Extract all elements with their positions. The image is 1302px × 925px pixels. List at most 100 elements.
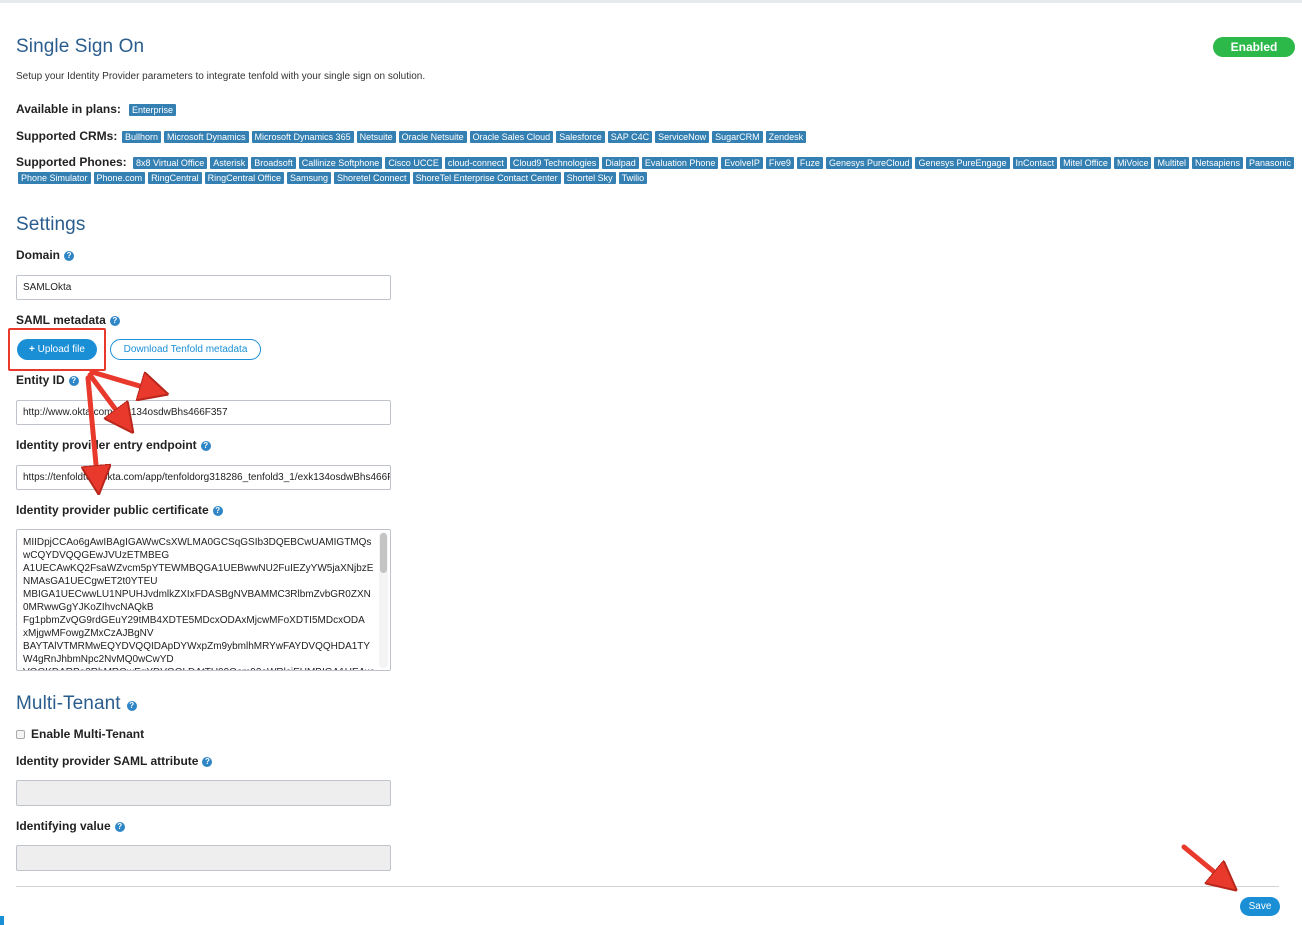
question-circle-icon[interactable]: ? [114,822,125,832]
endpoint-label-text: Identity provider entry endpoint [16,438,197,452]
certificate-line: MBIGA1UECwwLU1NPUHJvdmlkZXIxFDASBgNVBAMM… [23,589,371,600]
domain-label-text: Domain [16,248,61,262]
tag: Dialpad [602,157,639,169]
tag: Netsapiens [1191,157,1243,169]
download-metadata-button[interactable]: Download Tenfold metadata [110,339,261,360]
tag: Phone.com [93,172,146,184]
tag: Multitel [1154,157,1189,169]
tag: EvolveIP [721,157,763,169]
tag: Cloud9 Technologies [509,157,600,169]
identifying-value-label-text: Identifying value [16,819,111,833]
entity-id-input[interactable]: http://www.okta.com/exk134osdwBhs466F357 [16,400,391,425]
tag: Twilio [618,172,648,184]
tag: Mitel Office [1060,157,1111,169]
tag: Callinize Softphone [298,157,383,169]
arrow-to-entity-id [89,369,160,392]
footer-divider [16,886,1279,887]
tag: Samsung [286,172,332,184]
question-circle-icon[interactable]: ? [126,701,137,711]
tag: Shoretel Connect [334,172,410,184]
tag: Broadsoft [251,157,296,169]
upload-file-label: Upload file [37,344,85,355]
certificate-label: Identity provider public certificate? [16,503,223,517]
certificate-line: wCQYDVQQGEwJVUzETMBEG [23,550,170,561]
enable-multi-tenant-row: Enable Multi-Tenant [16,727,144,741]
textarea-scrollbar[interactable] [379,532,388,668]
endpoint-label: Identity provider entry endpoint? [16,438,211,452]
question-circle-icon[interactable]: ? [109,316,120,326]
tag: Five9 [765,157,794,169]
tag: cloud-connect [444,157,507,169]
tag: 8x8 Virtual Office [133,157,208,169]
plus-icon: + [29,344,38,355]
certificate-line: BAYTAlVTMRMwEQYDVQQIDApDYWxpZm9ybmlhMRYw… [23,641,371,652]
identifying-value-input[interactable] [16,845,391,871]
question-circle-icon[interactable]: ? [64,251,75,261]
entity-id-label-text: Entity ID [16,373,65,387]
tag: Phone Simulator [18,172,91,184]
tag: Genesys PureCloud [825,157,913,169]
settings-heading: Settings [16,214,86,235]
tag: Microsoft Dynamics 365 [251,131,354,143]
tag: Enterprise [129,104,177,116]
certificate-line: 0MRwwGgYJKoZIhvcNAQkB [23,602,154,613]
tag: RingCentral Office [204,172,284,184]
tag: SAP C4C [607,131,653,143]
certificate-textarea[interactable]: MIIDpjCCAo6gAwIBAgIGAWwCsXWLMA0GCSqGSIb3… [16,529,391,671]
certificate-line: MIIDpjCCAo6gAwIBAgIGAWwCsXWLMA0GCSqGSIb3… [23,537,372,548]
domain-input[interactable]: SAMLOkta [16,275,391,300]
page-title: Single Sign On [16,36,145,57]
saml-attribute-input[interactable] [16,780,391,806]
tag: Panasonic [1246,157,1295,169]
phones-tag-list-continued: Phone Simulator Phone.com RingCentral RingC… [18,172,650,184]
multi-tenant-title: Multi-Tenant [16,693,121,714]
identifying-value-label: Identifying value? [16,819,125,833]
top-border [0,0,1302,3]
enable-multi-tenant-label: Enable Multi-Tenant [31,727,145,741]
tag: Netsuite [356,131,396,143]
page-description: Setup your Identity Provider parameters … [16,71,426,82]
saml-attribute-label: Identity provider SAML attribute? [16,754,213,768]
plans-tag-list: Enterprise [129,104,179,116]
tag: Shortel Sky [563,172,616,184]
tag: Oracle Netsuite [398,131,467,143]
phones-label: Supported Phones: [16,155,127,169]
tag: Oracle Sales Cloud [469,131,554,143]
save-button[interactable]: Save [1240,897,1280,916]
question-circle-icon[interactable]: ? [68,376,79,386]
phones-tag-list: 8x8 Virtual Office Asterisk Broadsoft Calli… [133,157,1297,169]
question-circle-icon[interactable]: ? [200,441,211,451]
tag: Asterisk [210,157,249,169]
crms-tag-list: Bullhorn Microsoft Dynamics Microsoft Dyna… [122,131,809,143]
corner-marker [0,916,4,925]
question-circle-icon[interactable]: ? [202,757,213,767]
entity-id-label: Entity ID? [16,373,79,387]
tag: ShoreTel Enterprise Contact Center [412,172,561,184]
certificate-line: Fg1pbmZvQG9rdGEuY29tMB4XDTE5MDcxODAxMjcw… [23,615,365,626]
certificate-line: NMAsGA1UECgwET2t0YTEU [23,576,158,587]
tag: InContact [1012,157,1058,169]
enable-multi-tenant-checkbox[interactable] [16,729,25,739]
multi-tenant-heading: Multi-Tenant? [16,693,137,715]
tag: Microsoft Dynamics [164,131,249,143]
tag: RingCentral [148,172,202,184]
certificate-label-text: Identity provider public certificate [16,503,209,517]
tag: Cisco UCCE [385,157,442,169]
tag: Genesys PureEngage [915,157,1010,169]
certificate-line: VQQKDARPa3RhMRQwEgYDVQQLDAtTU09Qcm92aWRl… [23,666,375,670]
question-circle-icon[interactable]: ? [212,506,223,516]
endpoint-input[interactable]: https://tenfoldtest.okta.com/app/tenfold… [16,465,391,490]
certificate-line: xMjgwMFowgZMxCzAJBgNV [23,628,154,639]
tag: ServiceNow [655,131,710,143]
certificate-line: A1UECAwKQ2FsaWZvcm5pYTEWMBQGA1UEBwwNU2Fu… [23,563,374,574]
tag: Evaluation Phone [641,157,719,169]
upload-file-button[interactable]: + Upload file [17,339,97,360]
arrow-to-save [1181,844,1230,885]
tag: Salesforce [556,131,605,143]
scrollbar-thumb[interactable] [380,533,387,573]
enabled-status-toggle[interactable]: Enabled [1213,37,1295,57]
tag: MiVoice [1113,157,1152,169]
certificate-line: W4gRnJhbmNpc2NvMQ0wCwYD [23,654,174,665]
saml-metadata-label: SAML metadata? [16,313,120,327]
crms-label: Supported CRMs: [16,129,118,143]
